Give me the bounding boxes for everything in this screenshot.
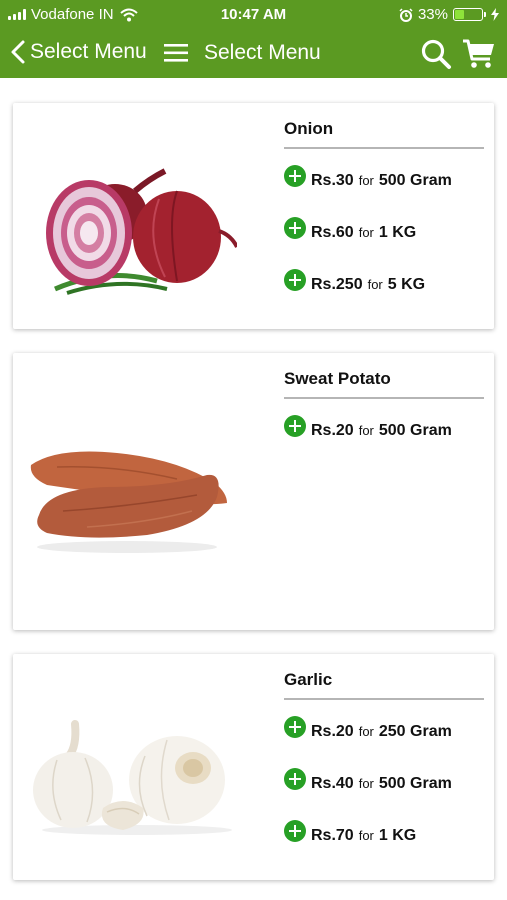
product-details: Garlic Rs.20 for 250 Gram Rs.40 for 500 Gram… bbox=[284, 670, 484, 856]
garlic-image bbox=[33, 720, 232, 835]
for-label: for bbox=[367, 277, 383, 292]
for-label: for bbox=[358, 828, 374, 843]
menu-button[interactable] bbox=[163, 42, 189, 69]
quantity: 1 KG bbox=[378, 827, 417, 844]
battery-percent: 33% bbox=[417, 6, 448, 23]
product-card-onion[interactable]: Onion Rs.30 for 500 Gram Rs.60 for 1 KG Rs.2… bbox=[13, 103, 494, 329]
for-label: for bbox=[358, 225, 374, 240]
price: Rs.60 bbox=[311, 224, 354, 241]
cart-button[interactable] bbox=[462, 38, 496, 75]
price-option[interactable]: Rs.250 for 5 KG bbox=[284, 265, 484, 305]
battery-icon bbox=[453, 8, 486, 21]
price-option[interactable]: Rs.20 for 250 Gram bbox=[284, 712, 484, 752]
product-card-sweat-potato[interactable]: Sweat Potato Rs.20 for 500 Gram bbox=[13, 353, 494, 630]
price: Rs.250 bbox=[311, 276, 363, 293]
quantity: 500 Gram bbox=[378, 172, 452, 189]
add-icon[interactable] bbox=[284, 716, 306, 738]
add-icon[interactable] bbox=[284, 768, 306, 790]
back-label: Select Menu bbox=[30, 40, 147, 63]
price: Rs.20 bbox=[311, 723, 354, 740]
add-icon[interactable] bbox=[284, 217, 306, 239]
quantity: 500 Gram bbox=[378, 422, 452, 439]
chevron-left-icon bbox=[11, 40, 25, 64]
nav-bar: Select Menu Select Menu bbox=[0, 30, 507, 78]
price: Rs.20 bbox=[311, 422, 354, 439]
quantity: 250 Gram bbox=[378, 723, 452, 740]
status-right: 33% bbox=[399, 6, 499, 23]
quantity: 1 KG bbox=[378, 224, 417, 241]
price-option-text: Rs.250 for 5 KG bbox=[311, 276, 425, 294]
add-icon[interactable] bbox=[284, 165, 306, 187]
price-option[interactable]: Rs.30 for 500 Gram bbox=[284, 161, 484, 201]
price-option-text: Rs.30 for 500 Gram bbox=[311, 172, 452, 190]
price: Rs.40 bbox=[311, 775, 354, 792]
product-name: Onion bbox=[284, 119, 484, 149]
add-icon[interactable] bbox=[284, 269, 306, 291]
price-option[interactable]: Rs.20 for 500 Gram bbox=[284, 411, 484, 451]
page-title: Select Menu bbox=[204, 41, 321, 64]
price: Rs.70 bbox=[311, 827, 354, 844]
product-card-garlic[interactable]: Garlic Rs.20 for 250 Gram Rs.40 for 500 Gram… bbox=[13, 654, 494, 880]
price-option-text: Rs.40 for 500 Gram bbox=[311, 775, 452, 793]
back-button[interactable]: Select Menu bbox=[10, 39, 147, 65]
alarm-icon bbox=[399, 7, 413, 22]
add-icon[interactable] bbox=[284, 820, 306, 842]
onion-image bbox=[46, 168, 237, 295]
for-label: for bbox=[358, 776, 374, 791]
add-icon[interactable] bbox=[284, 415, 306, 437]
for-label: for bbox=[358, 173, 374, 188]
price-option-text: Rs.70 for 1 KG bbox=[311, 827, 416, 845]
hamburger-icon bbox=[164, 44, 188, 62]
price-option-text: Rs.20 for 500 Gram bbox=[311, 422, 452, 440]
product-name: Sweat Potato bbox=[284, 369, 484, 399]
status-bar: Vodafone IN 10:47 AM 33% bbox=[0, 0, 507, 30]
search-icon bbox=[421, 39, 451, 69]
price-option[interactable]: Rs.60 for 1 KG bbox=[284, 213, 484, 253]
price-option-text: Rs.20 for 250 Gram bbox=[311, 723, 452, 741]
cart-icon bbox=[463, 39, 494, 68]
for-label: for bbox=[358, 724, 374, 739]
sweet-potato-image bbox=[30, 451, 227, 553]
search-button[interactable] bbox=[420, 38, 452, 75]
price-option[interactable]: Rs.70 for 1 KG bbox=[284, 816, 484, 856]
price-option[interactable]: Rs.40 for 500 Gram bbox=[284, 764, 484, 804]
battery-fill bbox=[455, 10, 465, 19]
quantity: 5 KG bbox=[387, 276, 426, 293]
product-name: Garlic bbox=[284, 670, 484, 700]
price: Rs.30 bbox=[311, 172, 354, 189]
charging-icon bbox=[491, 8, 499, 21]
product-details: Sweat Potato Rs.20 for 500 Gram bbox=[284, 369, 484, 451]
for-label: for bbox=[358, 423, 374, 438]
quantity: 500 Gram bbox=[378, 775, 452, 792]
price-option-text: Rs.60 for 1 KG bbox=[311, 224, 416, 242]
product-details: Onion Rs.30 for 500 Gram Rs.60 for 1 KG Rs.2… bbox=[284, 119, 484, 305]
